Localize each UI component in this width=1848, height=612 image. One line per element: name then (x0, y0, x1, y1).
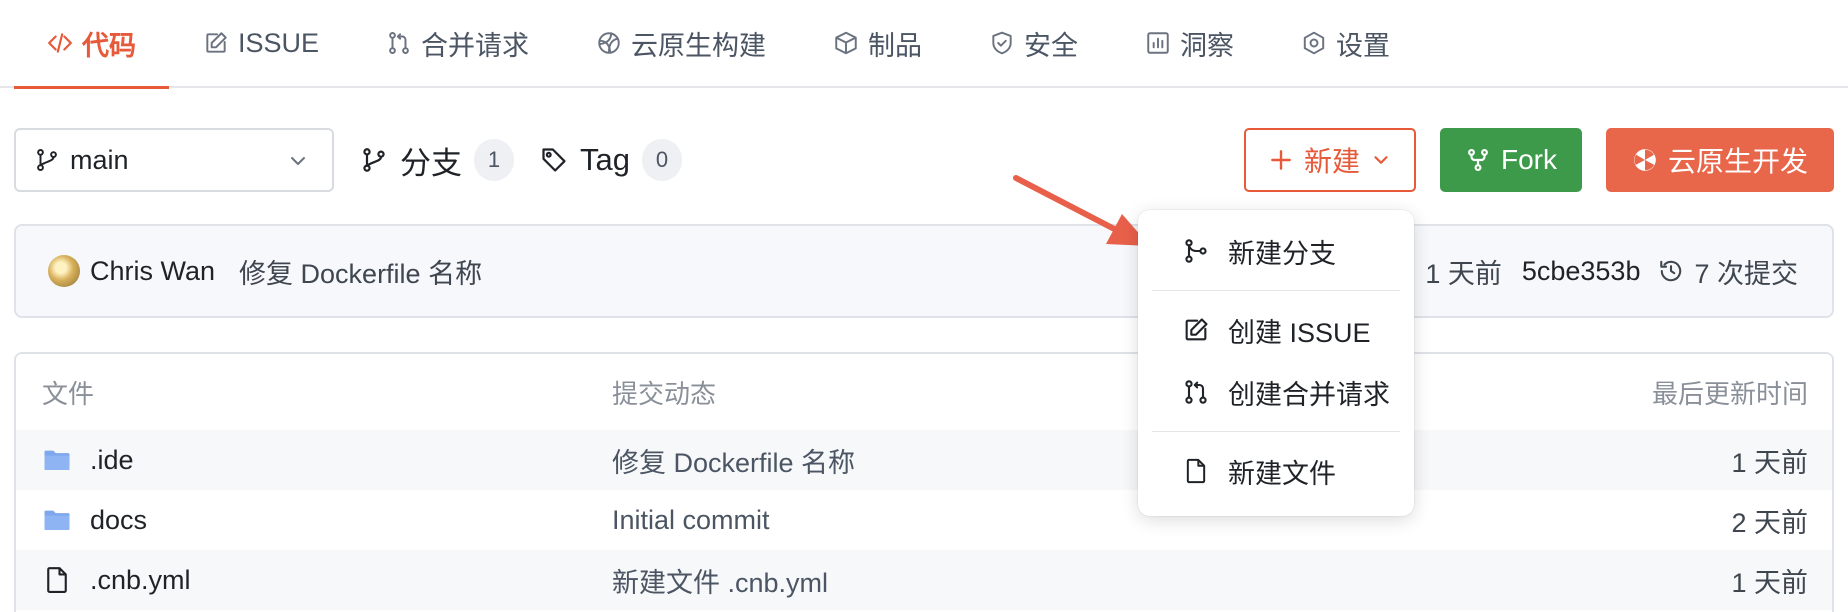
commit-meta: 1 天前 5cbe353b 7 次提交 (1425, 226, 1798, 316)
tab-insights[interactable]: 洞察 (1111, 0, 1267, 87)
commit-sha[interactable]: 5cbe353b (1522, 256, 1641, 287)
tab-settings[interactable]: 设置 (1267, 0, 1423, 87)
build-icon (595, 29, 623, 57)
new-dropdown-menu: 新建分支 创建 ISSUE 创建合并请求 新建文件 (1138, 210, 1414, 516)
file-commit[interactable]: 新建文件 .cnb.yml (612, 561, 1532, 600)
file-name-cell: docs (16, 505, 612, 536)
chart-icon (1144, 29, 1172, 57)
menu-item-new-file[interactable]: 新建文件 (1152, 440, 1400, 502)
file-updated: 2 天前 (1731, 507, 1808, 538)
chevron-down-icon (1370, 149, 1392, 171)
commit-time: 1 天前 (1425, 258, 1502, 289)
menu-item-create-merge-request[interactable]: 创建合并请求 (1152, 361, 1400, 423)
repo-page: 代码 ISSUE 合并请求 云原生构建 制品 安全 洞察 设置 main 分支 … (0, 0, 1848, 612)
menu-item-label: 创建合并请求 (1228, 379, 1390, 410)
file-name-cell: .cnb.yml (16, 565, 612, 596)
commit-history-count: 7 次提交 (1694, 258, 1798, 289)
cloud-dev-button-label: 云原生开发 (1667, 146, 1808, 177)
menu-item-new-branch[interactable]: 新建分支 (1152, 220, 1400, 282)
pull-request-icon (1182, 378, 1210, 406)
file-table: 文件 提交动态 最后更新时间 .ide 修复 Dockerfile 名称 1 天… (14, 352, 1834, 612)
cloud-dev-button[interactable]: 云原生开发 (1606, 128, 1834, 192)
code-icon (46, 29, 74, 57)
avatar[interactable] (48, 255, 80, 287)
tab-label: 合并请求 (421, 30, 530, 61)
table-header: 文件 提交动态 最后更新时间 (16, 354, 1832, 430)
tab-label: 制品 (868, 30, 923, 61)
branch-select[interactable]: main (14, 128, 334, 192)
shield-icon (988, 29, 1016, 57)
branch-icon (360, 146, 388, 174)
gear-icon (1300, 29, 1328, 57)
branch-icon (34, 147, 60, 173)
file-updated: 1 天前 (1731, 447, 1808, 478)
tab-security[interactable]: 安全 (955, 0, 1111, 87)
fork-icon (1465, 147, 1491, 173)
tab-label: 设置 (1336, 30, 1391, 61)
menu-item-label: 新建文件 (1228, 458, 1336, 489)
folder-icon (42, 445, 72, 475)
file-updated: 1 天前 (1731, 567, 1808, 598)
menu-divider (1152, 431, 1400, 432)
file-icon (1182, 457, 1210, 485)
fork-button[interactable]: Fork (1440, 128, 1582, 192)
tab-label: 洞察 (1180, 30, 1235, 61)
header-updated: 最后更新时间 (1651, 378, 1808, 409)
tab-cloud-build[interactable]: 云原生构建 (562, 0, 799, 87)
tab-label: 云原生构建 (631, 30, 767, 61)
table-row[interactable]: docs Initial commit 2 天前 (16, 490, 1832, 550)
commit-message[interactable]: 修复 Dockerfile 名称 (239, 252, 482, 291)
tab-label: ISSUE (238, 27, 320, 58)
tags-count: 0 (641, 139, 682, 181)
package-icon (832, 29, 860, 57)
menu-item-create-issue[interactable]: 创建 ISSUE (1152, 299, 1400, 361)
issue-icon (202, 29, 230, 57)
tab-code[interactable]: 代码 (14, 0, 169, 89)
latest-commit-bar: Chris Wan 修复 Dockerfile 名称 1 天前 5cbe353b… (14, 224, 1834, 318)
file-name[interactable]: .ide (90, 445, 134, 476)
tab-pull-requests[interactable]: 合并请求 (352, 0, 562, 87)
tab-label: 安全 (1024, 30, 1079, 61)
branches-label: 分支 (400, 145, 462, 181)
new-button-label: 新建 (1303, 146, 1360, 177)
menu-divider (1152, 290, 1400, 291)
tab-issue[interactable]: ISSUE (169, 0, 352, 87)
chevron-down-icon (286, 149, 310, 173)
table-body: .ide 修复 Dockerfile 名称 1 天前 docs Initial … (16, 430, 1832, 610)
folder-icon (42, 505, 72, 535)
menu-item-label: 创建 ISSUE (1228, 317, 1371, 348)
table-row[interactable]: .ide 修复 Dockerfile 名称 1 天前 (16, 430, 1832, 490)
branch-name: main (70, 144, 129, 175)
history-icon (1658, 258, 1684, 284)
menu-item-label: 新建分支 (1228, 238, 1336, 269)
file-name-cell: .ide (16, 445, 612, 476)
commit-author[interactable]: Chris Wan (90, 256, 215, 287)
branches-link[interactable]: 分支 1 (360, 128, 514, 192)
tags-link[interactable]: Tag 0 (540, 128, 682, 192)
new-button[interactable]: 新建 (1244, 128, 1416, 192)
commit-history-link[interactable]: 7 次提交 (1658, 252, 1798, 291)
table-row[interactable]: .cnb.yml 新建文件 .cnb.yml 1 天前 (16, 550, 1832, 610)
tags-label: Tag (580, 142, 630, 177)
issue-icon (1182, 316, 1210, 344)
tab-packages[interactable]: 制品 (799, 0, 955, 87)
repo-tab-nav: 代码 ISSUE 合并请求 云原生构建 制品 安全 洞察 设置 (0, 0, 1848, 89)
file-name[interactable]: .cnb.yml (90, 565, 191, 596)
branches-count: 1 (474, 139, 514, 181)
tag-icon (540, 146, 568, 174)
fork-button-label: Fork (1501, 144, 1557, 175)
cloud-dev-icon (1632, 147, 1658, 173)
header-file: 文件 (42, 378, 95, 409)
branch-icon (1182, 237, 1210, 265)
file-icon (42, 565, 72, 595)
file-name[interactable]: docs (90, 505, 147, 536)
tab-label: 代码 (82, 30, 136, 61)
plus-icon (1268, 147, 1294, 173)
pull-request-icon (385, 29, 413, 57)
